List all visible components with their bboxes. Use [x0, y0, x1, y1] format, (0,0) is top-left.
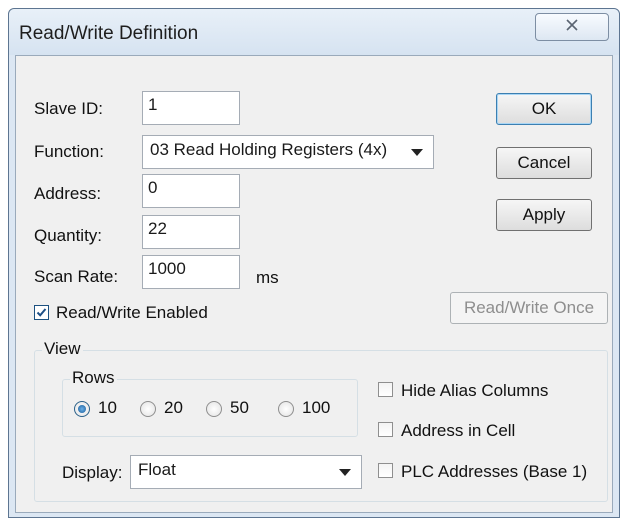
- address-input[interactable]: 0: [142, 174, 240, 208]
- rows-radio-100[interactable]: [278, 401, 294, 417]
- scan-rate-input[interactable]: 1000: [142, 255, 240, 289]
- cancel-button[interactable]: Cancel: [496, 147, 592, 179]
- rows-radio-10-label[interactable]: 10: [98, 398, 117, 418]
- address-label: Address:: [34, 184, 102, 203]
- display-label: Display:: [62, 463, 123, 482]
- quantity-input[interactable]: 22: [142, 215, 240, 249]
- slave-id-label: Slave ID:: [34, 99, 103, 118]
- view-group-title: View: [42, 339, 83, 359]
- hide-alias-columns-checkbox[interactable]: [378, 382, 393, 397]
- read-write-once-button[interactable]: Read/Write Once: [450, 292, 608, 324]
- scan-rate-label: Scan Rate:: [34, 267, 119, 286]
- window-title: Read/Write Definition: [19, 23, 199, 44]
- read-write-enabled-checkbox[interactable]: [34, 305, 49, 320]
- checkmark-icon: [36, 308, 47, 317]
- plc-addresses-label[interactable]: PLC Addresses (Base 1): [401, 462, 587, 482]
- rows-radio-50[interactable]: [206, 401, 222, 417]
- close-x-icon: [565, 18, 579, 36]
- function-select[interactable]: 03 Read Holding Registers (4x): [142, 135, 434, 169]
- close-button[interactable]: [535, 13, 609, 41]
- display-select-value: Float: [138, 460, 176, 479]
- quantity-label: Quantity:: [34, 226, 103, 245]
- plc-addresses-checkbox[interactable]: [378, 463, 393, 478]
- display-select[interactable]: Float: [130, 455, 362, 489]
- ok-button[interactable]: OK: [496, 93, 592, 125]
- address-in-cell-checkbox[interactable]: [378, 422, 393, 437]
- rows-radio-10[interactable]: [74, 401, 90, 417]
- function-select-value: 03 Read Holding Registers (4x): [150, 140, 388, 159]
- slave-id-input[interactable]: 1: [142, 91, 240, 125]
- address-in-cell-label[interactable]: Address in Cell: [401, 421, 515, 441]
- hide-alias-columns-label[interactable]: Hide Alias Columns: [401, 381, 548, 401]
- rows-radio-20[interactable]: [140, 401, 156, 417]
- chevron-down-icon: [339, 469, 351, 476]
- rows-group-title: Rows: [70, 368, 117, 388]
- dialog-window: Read/Write Definition Slave ID: 1 Functi…: [8, 8, 620, 518]
- chevron-down-icon: [411, 149, 423, 156]
- dialog-client-area: Slave ID: 1 Function: 03 Read Holding Re…: [15, 55, 613, 513]
- apply-button[interactable]: Apply: [496, 199, 592, 231]
- rows-radio-50-label[interactable]: 50: [230, 398, 249, 418]
- rows-radio-100-label[interactable]: 100: [302, 398, 330, 418]
- scan-rate-unit: ms: [256, 268, 279, 287]
- rows-radio-20-label[interactable]: 20: [164, 398, 183, 418]
- function-label: Function:: [34, 142, 104, 161]
- title-bar[interactable]: Read/Write Definition: [9, 9, 619, 55]
- read-write-enabled-label[interactable]: Read/Write Enabled: [56, 303, 208, 323]
